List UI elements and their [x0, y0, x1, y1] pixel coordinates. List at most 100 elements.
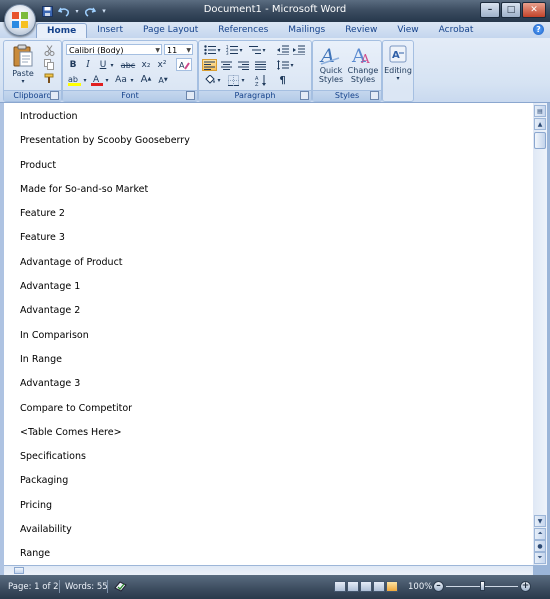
paragraph-line[interactable]: Product [20, 159, 190, 183]
cut-button[interactable] [42, 44, 56, 56]
close-button[interactable]: ✕ [522, 2, 546, 18]
paragraph-line[interactable]: In Range [20, 353, 190, 377]
draft-view-icon[interactable] [386, 581, 398, 592]
vertical-scrollbar[interactable]: ▤ ▲ ▼ ⏶ ● ⏷ [533, 103, 547, 565]
editing-button[interactable]: A Editing ▾ [383, 44, 413, 82]
underline-button[interactable]: U [96, 59, 110, 71]
zoom-out-button[interactable]: – [433, 581, 444, 592]
align-right-button[interactable] [236, 59, 251, 71]
line-spacing-dropdown-icon[interactable]: ▾ [289, 59, 295, 71]
numbering-dropdown-icon[interactable]: ▾ [238, 44, 244, 56]
web-layout-view-icon[interactable] [360, 581, 372, 592]
zoom-level[interactable]: 100% [408, 582, 432, 592]
strikethrough-button[interactable]: abc [119, 59, 137, 71]
paragraph-line[interactable]: Introduction [20, 110, 190, 134]
select-browse-object-button[interactable]: ● [534, 540, 546, 552]
align-center-button[interactable] [219, 59, 234, 71]
paragraph-line[interactable]: Feature 3 [20, 231, 190, 255]
font-size-combo[interactable]: 11 ▼ [164, 44, 193, 55]
paste-button[interactable]: Paste ▾ [8, 44, 38, 85]
multilevel-dropdown-icon[interactable]: ▾ [261, 44, 267, 56]
line-spacing-button[interactable] [275, 59, 290, 71]
underline-dropdown-icon[interactable]: ▾ [109, 59, 115, 71]
paragraph-line[interactable]: Presentation by Scooby Gooseberry [20, 134, 190, 158]
help-button[interactable]: ? [533, 24, 544, 35]
office-button[interactable] [4, 4, 36, 36]
paragraph-line[interactable]: In Comparison [20, 329, 190, 353]
tab-home[interactable]: Home [36, 23, 88, 39]
multilevel-list-button[interactable] [247, 44, 262, 56]
paragraph-line[interactable]: Pricing [20, 499, 190, 523]
shrink-font-button[interactable]: A ▼ [156, 74, 170, 86]
bullets-dropdown-icon[interactable]: ▾ [216, 44, 222, 56]
grow-font-button[interactable]: A ▲ [139, 73, 153, 85]
change-case-dropdown-icon[interactable]: ▾ [129, 74, 135, 86]
shading-dropdown-icon[interactable]: ▾ [216, 74, 222, 86]
numbering-button[interactable]: 123 [224, 44, 239, 56]
font-dialog-launcher[interactable] [186, 91, 195, 100]
format-painter-button[interactable] [42, 72, 56, 84]
outline-view-icon[interactable] [373, 581, 385, 592]
horizontal-scroll-thumb[interactable] [14, 567, 24, 574]
italic-button[interactable]: I [81, 59, 95, 71]
paragraph-dialog-launcher[interactable] [300, 91, 309, 100]
align-left-button[interactable] [202, 59, 217, 71]
paragraph-line[interactable]: Advantage 3 [20, 377, 190, 401]
paragraph-line[interactable]: Packaging [20, 474, 190, 498]
scroll-up-button[interactable]: ▲ [534, 118, 546, 130]
paragraph-line[interactable]: Specifications [20, 450, 190, 474]
styles-dialog-launcher[interactable] [370, 91, 379, 100]
document-page[interactable]: Introduction Presentation by Scooby Goos… [4, 103, 534, 565]
tab-insert[interactable]: Insert [87, 23, 133, 38]
tab-page-layout[interactable]: Page Layout [133, 23, 208, 38]
change-case-button[interactable]: Aa [113, 74, 129, 86]
font-color-dropdown-icon[interactable]: ▾ [104, 74, 110, 86]
justify-button[interactable] [253, 59, 268, 71]
paragraph-line[interactable]: Advantage 2 [20, 304, 190, 328]
quick-styles-button[interactable]: A Quick Styles [315, 44, 347, 84]
highlight-button[interactable]: ab [66, 74, 82, 86]
tab-acrobat[interactable]: Acrobat [429, 23, 484, 38]
minimize-button[interactable]: – [480, 2, 500, 18]
show-marks-button[interactable]: ¶ [275, 74, 290, 86]
paragraph-line[interactable]: Feature 2 [20, 207, 190, 231]
paragraph-line[interactable]: Range [20, 547, 190, 565]
zoom-slider-handle[interactable] [480, 581, 485, 591]
maximize-button[interactable]: □ [501, 2, 521, 18]
subscript-button[interactable]: x₂ [139, 59, 153, 71]
document-body[interactable]: Introduction Presentation by Scooby Goos… [20, 110, 190, 565]
change-styles-button[interactable]: A A Change Styles [346, 44, 380, 84]
paragraph-line[interactable]: Made for So-and-so Market [20, 183, 190, 207]
next-page-button[interactable]: ⏷ [534, 552, 546, 564]
highlight-dropdown-icon[interactable]: ▾ [82, 74, 88, 86]
tab-view[interactable]: View [387, 23, 428, 38]
scroll-down-button[interactable]: ▼ [534, 515, 546, 527]
clipboard-dialog-launcher[interactable] [50, 91, 59, 100]
paragraph-line[interactable]: <Table Comes Here> [20, 426, 190, 450]
clear-formatting-button[interactable]: A [176, 58, 192, 71]
vertical-scroll-thumb[interactable] [534, 132, 546, 149]
sort-button[interactable]: AZ [253, 74, 268, 86]
font-color-button[interactable]: A [90, 74, 104, 86]
tab-mailings[interactable]: Mailings [278, 23, 335, 38]
page-count[interactable]: Page: 1 of 2 [8, 582, 59, 592]
print-layout-view-icon[interactable] [334, 581, 346, 592]
zoom-in-button[interactable]: + [520, 581, 531, 592]
paragraph-line[interactable]: Compare to Competitor [20, 402, 190, 426]
previous-page-button[interactable]: ⏶ [534, 528, 546, 540]
proofing-icon[interactable] [114, 580, 127, 595]
tab-references[interactable]: References [208, 23, 278, 38]
superscript-button[interactable]: x² [155, 59, 169, 71]
font-name-combo[interactable]: Calibri (Body) ▼ [66, 44, 162, 55]
shading-button[interactable] [202, 74, 217, 86]
tab-review[interactable]: Review [335, 23, 387, 38]
borders-button[interactable] [226, 74, 241, 86]
view-ruler-button[interactable]: ▤ [534, 105, 546, 117]
copy-button[interactable] [42, 58, 56, 70]
decrease-indent-button[interactable] [275, 44, 290, 56]
full-screen-reading-view-icon[interactable] [347, 581, 359, 592]
borders-dropdown-icon[interactable]: ▾ [240, 74, 246, 86]
word-count[interactable]: Words: 55 [65, 582, 108, 592]
paragraph-line[interactable]: Advantage of Product [20, 256, 190, 280]
paragraph-line[interactable]: Availability [20, 523, 190, 547]
